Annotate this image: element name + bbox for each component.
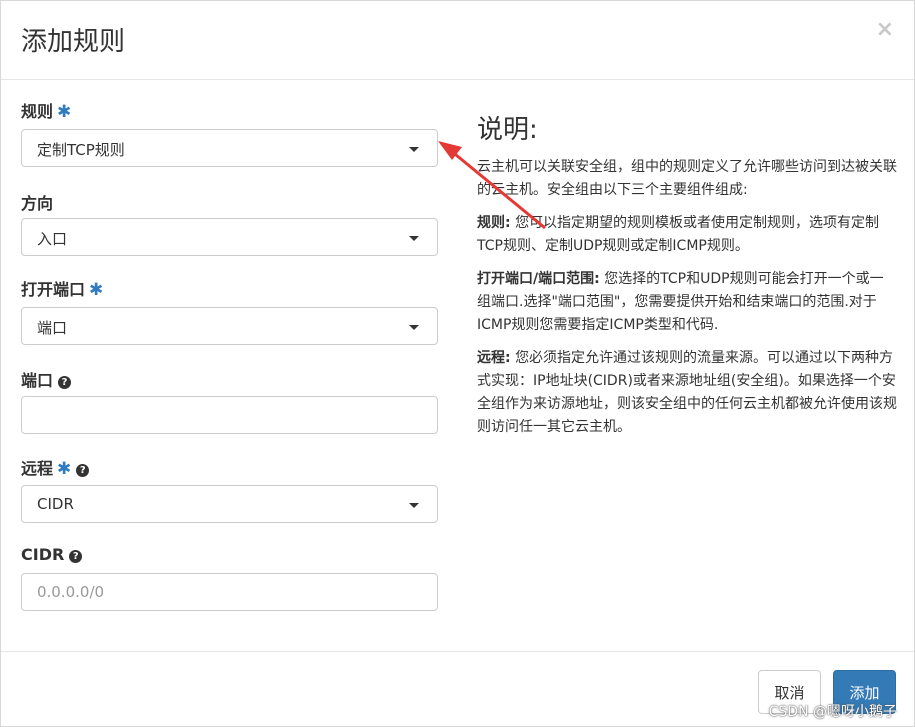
cidr-label: CIDR? — [21, 545, 82, 564]
open-port-label: 打开端口✱ — [21, 276, 103, 300]
port-label: 端口? — [21, 367, 71, 391]
description-intro: 云主机可以关联安全组，组中的规则定义了允许哪些访问到达被关联的云主机。安全组由以… — [477, 156, 897, 202]
caret-down-icon — [409, 236, 419, 241]
description-panel: 说明: 云主机可以关联安全组，组中的规则定义了允许哪些访问到达被关联的云主机。安… — [477, 119, 897, 449]
remote-label: 远程✱? — [21, 455, 89, 479]
port-input[interactable] — [22, 397, 437, 433]
help-question-icon[interactable]: ? — [76, 464, 89, 477]
dialog-header: 添加规则 × — [1, 1, 914, 80]
required-asterisk-icon: ✱ — [57, 459, 71, 479]
description-heading: 说明: — [477, 119, 897, 142]
required-asterisk-icon: ✱ — [57, 102, 71, 122]
rule-label: 规则✱ — [21, 98, 71, 122]
add-rule-dialog: 添加规则 × 规则✱ 定制TCP规则 方向 入口 打开端口✱ 端口 端口? 远程… — [0, 0, 915, 727]
open-port-select[interactable]: 端口 — [21, 307, 438, 345]
description-remote: 远程: 您必须指定允许通过该规则的流量来源。可以通过以下两种方式实现：IP地址块… — [477, 347, 897, 439]
direction-select-value: 入口 — [37, 228, 67, 249]
dialog-title: 添加规则 — [21, 21, 125, 58]
remote-select[interactable]: CIDR — [21, 485, 438, 523]
rule-select[interactable]: 定制TCP规则 — [21, 129, 438, 167]
required-asterisk-icon: ✱ — [89, 280, 103, 300]
description-port: 打开端口/端口范围: 您选择的TCP和UDP规则可能会打开一个或一组端口.选择"… — [477, 268, 897, 337]
caret-down-icon — [409, 147, 419, 152]
description-rule: 规则: 您可以指定期望的规则模板或者使用定制规则，选项有定制TCP规则、定制UD… — [477, 212, 897, 258]
direction-select[interactable]: 入口 — [21, 218, 438, 256]
help-question-icon[interactable]: ? — [69, 550, 82, 563]
close-icon[interactable]: × — [876, 17, 894, 42]
caret-down-icon — [409, 325, 419, 330]
watermark: CSDN @嗯呀小鹅子 — [769, 701, 897, 721]
help-question-icon[interactable]: ? — [58, 376, 71, 389]
cidr-field[interactable] — [21, 573, 438, 611]
rule-select-value: 定制TCP规则 — [37, 139, 125, 160]
direction-label: 方向 — [21, 190, 53, 214]
remote-select-value: CIDR — [37, 495, 74, 513]
port-field[interactable] — [21, 396, 438, 434]
caret-down-icon — [409, 503, 419, 508]
cidr-input[interactable] — [22, 574, 437, 610]
open-port-select-value: 端口 — [37, 317, 67, 338]
